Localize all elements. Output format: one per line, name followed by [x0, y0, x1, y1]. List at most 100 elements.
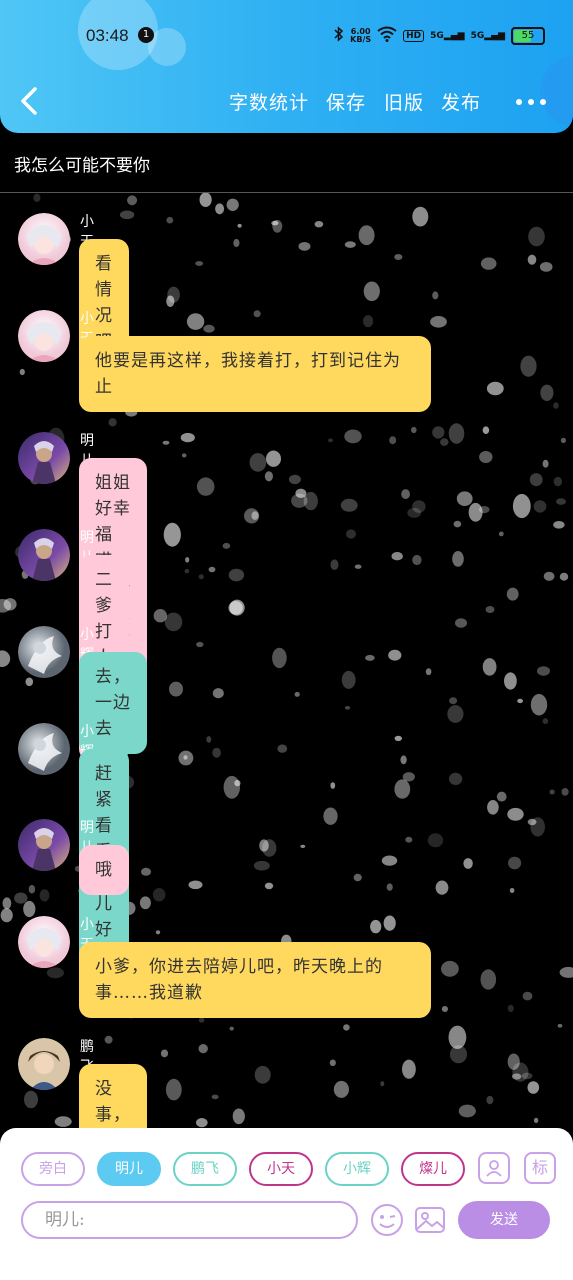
star-speck: [553, 476, 563, 487]
role-chip-xiaotian[interactable]: 小天: [249, 1152, 313, 1186]
mark-button[interactable]: 标: [524, 1152, 556, 1184]
star-speck: [556, 498, 566, 505]
star-speck: [482, 426, 490, 434]
star-speck: [482, 658, 497, 676]
star-speck: [266, 450, 281, 467]
star-speck: [479, 451, 493, 463]
star-speck: [533, 500, 547, 513]
more-dots-icon[interactable]: [515, 88, 547, 117]
star-speck: [560, 437, 567, 444]
input-panel: 旁白 明儿 鹏飞 小天 小辉 燦儿 标 明儿: 发送: [0, 1128, 573, 1280]
star-speck: [543, 571, 555, 581]
star-speck: [46, 967, 64, 979]
network-speed: 6.00 KB/S: [350, 27, 371, 44]
star-speck: [344, 429, 362, 444]
star-speck: [478, 506, 490, 514]
publish-button[interactable]: 发布: [441, 88, 481, 115]
chevron-left-icon[interactable]: [18, 86, 48, 116]
star-speck: [2, 897, 12, 910]
avatar[interactable]: [18, 723, 70, 775]
star-speck: [463, 858, 473, 869]
role-chip-xiaohui[interactable]: 小辉: [325, 1152, 389, 1186]
story-title[interactable]: 我怎么可能不要你: [14, 151, 150, 176]
star-speck: [529, 473, 543, 487]
star-speck: [425, 668, 432, 676]
star-speck: [557, 1023, 563, 1028]
star-speck: [0, 650, 11, 667]
person-icon[interactable]: [478, 1152, 510, 1184]
wifi-icon: [377, 26, 397, 45]
message-bubble[interactable]: 他要是再这样，我接着打，打到记住为止: [79, 336, 431, 412]
star-speck: [389, 436, 397, 445]
message-bubble[interactable]: 哦: [79, 845, 129, 895]
star-speck: [152, 888, 166, 902]
star-speck: [405, 836, 413, 843]
star-speck: [163, 522, 181, 547]
star-speck: [512, 493, 531, 519]
avatar[interactable]: [18, 529, 70, 581]
star-speck: [561, 788, 569, 796]
star-speck: [139, 896, 151, 910]
star-speck: [165, 1078, 182, 1101]
role-chip-pengfei[interactable]: 鹏飞: [173, 1152, 237, 1186]
avatar[interactable]: [18, 916, 70, 968]
message-bubble[interactable]: 小爹，你进去陪婷儿吧，昨天晚上的事……我道歉: [79, 942, 431, 1018]
star-speck: [507, 1004, 514, 1013]
star-speck: [54, 1116, 72, 1127]
avatar[interactable]: [18, 1038, 70, 1090]
star-speck: [23, 900, 36, 918]
word-count-button[interactable]: 字数统计: [229, 88, 309, 115]
star-speck: [486, 1095, 494, 1105]
star-speck: [539, 262, 553, 272]
star-speck: [358, 225, 375, 246]
star-speck: [381, 855, 398, 866]
star-speck: [530, 693, 548, 716]
star-speck: [253, 860, 270, 871]
star-speck: [517, 698, 523, 704]
avatar[interactable]: [18, 819, 70, 871]
star-speck: [0, 908, 13, 923]
star-speck: [520, 355, 537, 377]
save-button[interactable]: 保存: [326, 88, 366, 115]
star-speck: [344, 706, 351, 710]
star-speck: [540, 384, 554, 401]
star-speck: [511, 1073, 522, 1080]
avatar[interactable]: [18, 310, 70, 362]
star-speck: [178, 750, 194, 766]
send-button[interactable]: 发送: [458, 1201, 550, 1239]
star-speck: [448, 772, 463, 786]
star-speck: [530, 817, 545, 837]
avatar[interactable]: [18, 432, 70, 484]
star-speck: [527, 254, 537, 265]
star-speck: [333, 1080, 349, 1098]
star-speck: [448, 423, 465, 444]
image-icon[interactable]: [413, 1203, 447, 1237]
star-speck: [346, 529, 356, 539]
role-chip-narrator[interactable]: 旁白: [21, 1152, 85, 1186]
star-speck: [533, 1117, 539, 1124]
star-speck: [506, 587, 519, 601]
role-chip-caner[interactable]: 燦儿: [401, 1152, 465, 1186]
star-speck: [198, 1044, 208, 1054]
star-speck: [206, 736, 212, 743]
chat-area[interactable]: 小天 看情况吧 小天 他要是再这样，我接着打，打到记住为止 明儿 姐姐好幸福哎，…: [0, 193, 573, 1128]
star-speck: [354, 564, 362, 569]
star-speck: [432, 426, 445, 439]
star-speck: [343, 1024, 350, 1031]
star-speck: [184, 568, 190, 574]
star-speck: [553, 521, 565, 529]
star-speck: [496, 791, 507, 802]
avatar[interactable]: [18, 626, 70, 678]
old-version-button[interactable]: 旧版: [384, 88, 424, 115]
star-speck: [507, 1053, 520, 1070]
smiley-icon[interactable]: [370, 1203, 404, 1237]
star-speck: [185, 557, 190, 563]
star-speck: [14, 892, 28, 904]
role-chip-minger[interactable]: 明儿: [97, 1152, 161, 1186]
message-bubble[interactable]: 没事，那我去陪了: [79, 1064, 147, 1128]
star-speck: [323, 807, 338, 825]
avatar[interactable]: [18, 213, 70, 265]
message-input[interactable]: 明儿:: [21, 1201, 358, 1239]
star-speck: [226, 198, 239, 211]
star-speck: [104, 1035, 113, 1044]
